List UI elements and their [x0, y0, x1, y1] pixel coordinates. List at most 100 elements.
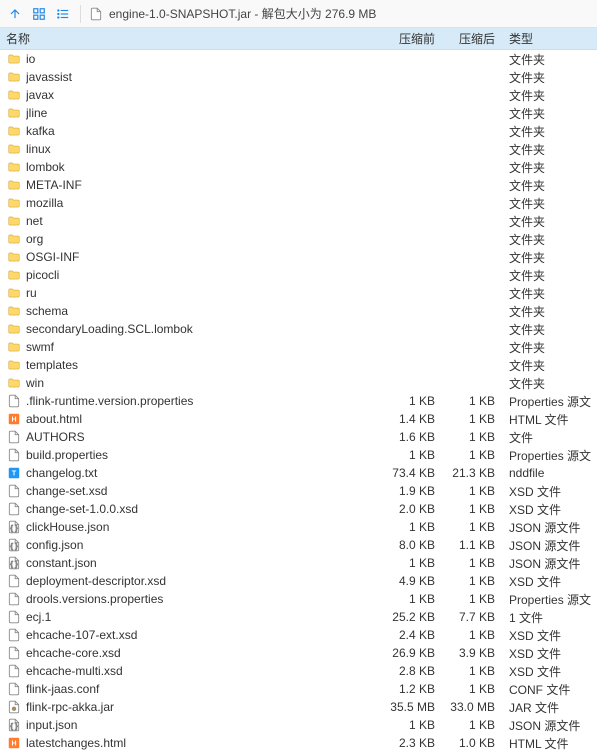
folder-icon: [6, 321, 22, 337]
folder-icon: [6, 177, 22, 193]
file-row[interactable]: { }constant.json1 KB1 KBJSON 源文件: [0, 554, 597, 572]
size-after: 1 KB: [441, 592, 501, 606]
file-type: XSD 文件: [501, 663, 591, 680]
file-row[interactable]: ehcache-core.xsd26.9 KB3.9 KBXSD 文件: [0, 644, 597, 662]
file-row[interactable]: org 文件夹: [0, 230, 597, 248]
file-type: Properties 源文件: [501, 447, 591, 464]
file-row[interactable]: drools.versions.properties1 KB1 KBProper…: [0, 590, 597, 608]
folder-icon: [6, 231, 22, 247]
file-row[interactable]: templates文件夹: [0, 356, 597, 374]
file-type: 文件夹: [501, 375, 591, 392]
svg-text:H: H: [11, 416, 16, 423]
header-name[interactable]: 名称: [6, 30, 381, 47]
file-row[interactable]: javassist文件夹: [0, 68, 597, 86]
file-name: input.json: [26, 718, 381, 732]
file-type: 文件夹: [501, 303, 591, 320]
file-name: change-set.xsd: [26, 484, 381, 498]
file-row[interactable]: Tchangelog.txt73.4 KB21.3 KBnddfile: [0, 464, 597, 482]
folder-icon: [6, 375, 22, 391]
size-before: 4.9 KB: [381, 574, 441, 588]
size-after: 1 KB: [441, 394, 501, 408]
size-before: 2.3 KB: [381, 736, 441, 750]
header-compressed-after[interactable]: 压缩后: [441, 30, 501, 47]
file-type: 文件夹: [501, 249, 591, 266]
file-row[interactable]: OSGI-INF文件夹: [0, 248, 597, 266]
file-type: nddfile: [501, 466, 591, 480]
txt-icon: T: [6, 465, 22, 481]
file-name: templates: [26, 358, 381, 372]
file-row[interactable]: ru文件夹: [0, 284, 597, 302]
breadcrumb[interactable]: engine-1.0-SNAPSHOT.jar - 解包大小为 276.9 MB: [89, 5, 376, 22]
file-row[interactable]: { }config.json8.0 KB1.1 KBJSON 源文件: [0, 536, 597, 554]
file-row[interactable]: ehcache-107-ext.xsd2.4 KB1 KBXSD 文件: [0, 626, 597, 644]
file-icon: [6, 501, 22, 517]
file-row[interactable]: linux文件夹: [0, 140, 597, 158]
file-row[interactable]: jline文件夹: [0, 104, 597, 122]
json-icon: { }: [6, 519, 22, 535]
view-list-icon[interactable]: [54, 5, 72, 23]
file-name: javassist: [26, 70, 381, 84]
file-type: JSON 源文件: [501, 717, 591, 734]
file-row[interactable]: change-set.xsd1.9 KB1 KBXSD 文件: [0, 482, 597, 500]
file-name: deployment-descriptor.xsd: [26, 574, 381, 588]
file-name: change-set-1.0.0.xsd: [26, 502, 381, 516]
header-compressed-before[interactable]: 压缩前: [381, 30, 441, 47]
file-type: 文件夹: [501, 213, 591, 230]
file-name: flink-rpc-akka.jar: [26, 700, 381, 714]
file-row[interactable]: win文件夹: [0, 374, 597, 392]
file-row[interactable]: Hlatestchanges.html2.3 KB1.0 KBHTML 文件: [0, 734, 597, 752]
file-row[interactable]: build.properties1 KB1 KBProperties 源文件: [0, 446, 597, 464]
file-name: flink-jaas.conf: [26, 682, 381, 696]
file-icon: [6, 645, 22, 661]
file-type: 文件夹: [501, 339, 591, 356]
file-row[interactable]: net文件夹: [0, 212, 597, 230]
file-type: 文件夹: [501, 321, 591, 338]
file-row[interactable]: { }input.json1 KB1 KBJSON 源文件: [0, 716, 597, 734]
file-list: io文件夹javassist文件夹javax文件夹jline文件夹kafka文件…: [0, 50, 597, 752]
file-name: changelog.txt: [26, 466, 381, 480]
file-row[interactable]: Habout.html1.4 KB1 KBHTML 文件: [0, 410, 597, 428]
file-row[interactable]: AUTHORS1.6 KB1 KB文件: [0, 428, 597, 446]
svg-text:{ }: { }: [10, 526, 18, 533]
file-name: org: [26, 232, 381, 246]
nav-up-icon[interactable]: [6, 5, 24, 23]
size-after: 3.9 KB: [441, 646, 501, 660]
file-row[interactable]: .flink-runtime.version.properties1 KB1 K…: [0, 392, 597, 410]
file-row[interactable]: mozilla文件夹: [0, 194, 597, 212]
svg-text:{ }: { }: [10, 724, 18, 731]
json-icon: { }: [6, 537, 22, 553]
file-row[interactable]: ecj.125.2 KB7.7 KB1 文件: [0, 608, 597, 626]
file-row[interactable]: secondaryLoading.SCL.lombok文件夹: [0, 320, 597, 338]
file-row[interactable]: { }clickHouse.json1 KB1 KBJSON 源文件: [0, 518, 597, 536]
view-tiles-icon[interactable]: [30, 5, 48, 23]
file-name: javax: [26, 88, 381, 102]
file-row[interactable]: picocli文件夹: [0, 266, 597, 284]
size-after: 33.0 MB: [441, 700, 501, 714]
file-type: 文件夹: [501, 177, 591, 194]
file-icon: [6, 663, 22, 679]
file-row[interactable]: lombok文件夹: [0, 158, 597, 176]
file-row[interactable]: deployment-descriptor.xsd4.9 KB1 KBXSD 文…: [0, 572, 597, 590]
file-row[interactable]: META-INF文件夹: [0, 176, 597, 194]
size-before: 1 KB: [381, 718, 441, 732]
file-row[interactable]: flink-jaas.conf1.2 KB1 KBCONF 文件: [0, 680, 597, 698]
file-type: XSD 文件: [501, 483, 591, 500]
header-type[interactable]: 类型: [501, 30, 591, 47]
file-type: 文件夹: [501, 195, 591, 212]
jar-icon: [6, 699, 22, 715]
file-type: 文件夹: [501, 141, 591, 158]
file-icon: [6, 591, 22, 607]
file-type: 文件夹: [501, 231, 591, 248]
file-row[interactable]: schema文件夹: [0, 302, 597, 320]
file-row[interactable]: javax文件夹: [0, 86, 597, 104]
file-row[interactable]: swmf文件夹: [0, 338, 597, 356]
file-row[interactable]: kafka文件夹: [0, 122, 597, 140]
file-row[interactable]: ehcache-multi.xsd2.8 KB1 KBXSD 文件: [0, 662, 597, 680]
file-row[interactable]: change-set-1.0.0.xsd2.0 KB1 KBXSD 文件: [0, 500, 597, 518]
size-before: 26.9 KB: [381, 646, 441, 660]
file-row[interactable]: io文件夹: [0, 50, 597, 68]
folder-icon: [6, 285, 22, 301]
size-before: 1.4 KB: [381, 412, 441, 426]
file-row[interactable]: flink-rpc-akka.jar35.5 MB33.0 MBJAR 文件: [0, 698, 597, 716]
file-type: 文件: [501, 429, 591, 446]
